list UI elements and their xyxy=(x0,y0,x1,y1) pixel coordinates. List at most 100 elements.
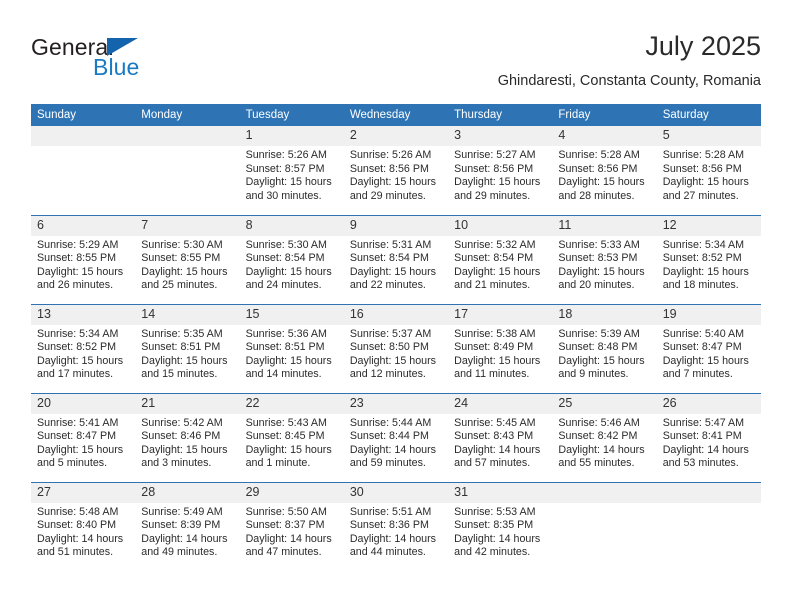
day-sun-info: Sunrise: 5:45 AM Sunset: 8:43 PM Daylight:… xyxy=(448,414,552,471)
calendar-day-cell[interactable]: 19 Sunrise: 5:40 AM Sunset: 8:47 PM Dayligh… xyxy=(656,303,761,393)
day-number: 9 xyxy=(343,215,449,236)
calendar-week-row: 27 Sunrise: 5:48 AM Sunset: 8:40 PM Dayligh… xyxy=(31,481,761,571)
sunset-time: Sunset: 8:51 PM xyxy=(141,341,221,354)
sunrise-time: Sunrise: 5:46 AM xyxy=(558,416,640,429)
day-sun-info: Sunrise: 5:41 AM Sunset: 8:47 PM Daylight:… xyxy=(31,414,135,471)
day-number: 1 xyxy=(239,126,344,146)
sunset-time: Sunset: 8:54 PM xyxy=(349,252,429,265)
daylight-duration-line2: and 20 minutes. xyxy=(558,279,635,292)
sunrise-sunset-calendar-table: Sunday Monday Tuesday Wednesday Thursday… xyxy=(31,104,761,571)
sunrise-time: Sunrise: 5:48 AM xyxy=(37,505,119,518)
daylight-duration-line2: and 51 minutes. xyxy=(37,546,114,559)
calendar-day-cell[interactable]: 23 Sunrise: 5:44 AM Sunset: 8:44 PM Dayligh… xyxy=(343,392,449,482)
day-sun-info: Sunrise: 5:28 AM Sunset: 8:56 PM Daylight:… xyxy=(657,146,761,203)
sunset-time: Sunset: 8:52 PM xyxy=(662,252,742,265)
calendar-day-cell[interactable]: 28 Sunrise: 5:49 AM Sunset: 8:39 PM Dayligh… xyxy=(135,481,240,571)
day-number: 15 xyxy=(239,304,344,325)
day-number: 6 xyxy=(31,215,136,236)
daylight-duration-line2: and 53 minutes. xyxy=(662,457,739,470)
day-number: 3 xyxy=(448,126,553,146)
day-number: 16 xyxy=(343,304,449,325)
title-block: July 2025 Ghindaresti, Constanta County,… xyxy=(498,30,761,91)
calendar-day-cell[interactable]: 24 Sunrise: 5:45 AM Sunset: 8:43 PM Dayligh… xyxy=(448,392,553,482)
day-sun-info: Sunrise: 5:49 AM Sunset: 8:39 PM Daylight:… xyxy=(135,503,239,560)
calendar-day-cell[interactable]: 3 Sunrise: 5:27 AM Sunset: 8:56 PM Daylight… xyxy=(448,126,553,215)
daylight-duration-line1: Daylight: 14 hours xyxy=(454,532,541,545)
day-sun-info: Sunrise: 5:30 AM Sunset: 8:54 PM Daylight:… xyxy=(240,236,344,293)
calendar-day-cell[interactable]: 9 Sunrise: 5:31 AM Sunset: 8:54 PM Daylight… xyxy=(343,214,449,304)
day-number xyxy=(552,482,657,503)
calendar-day-cell[interactable]: 1 Sunrise: 5:26 AM Sunset: 8:57 PM Daylight… xyxy=(239,126,344,215)
day-number: 8 xyxy=(239,215,344,236)
daylight-duration-line2: and 30 minutes. xyxy=(245,189,322,202)
calendar-day-cell[interactable]: 12 Sunrise: 5:34 AM Sunset: 8:52 PM Dayligh… xyxy=(656,214,761,304)
day-sun-info: Sunrise: 5:26 AM Sunset: 8:57 PM Daylight:… xyxy=(240,146,344,203)
sunset-time: Sunset: 8:47 PM xyxy=(662,341,742,354)
day-number xyxy=(135,126,240,146)
sunrise-time: Sunrise: 5:30 AM xyxy=(245,238,327,251)
daylight-duration-line1: Daylight: 15 hours xyxy=(37,443,124,456)
calendar-day-cell[interactable]: 20 Sunrise: 5:41 AM Sunset: 8:47 PM Dayligh… xyxy=(31,392,136,482)
day-number: 2 xyxy=(343,126,449,146)
general-blue-logo[interactable]: General Blue xyxy=(31,34,231,90)
day-sun-info: Sunrise: 5:53 AM Sunset: 8:35 PM Daylight:… xyxy=(448,503,552,560)
sunset-time: Sunset: 8:56 PM xyxy=(454,162,534,175)
daylight-duration-line1: Daylight: 15 hours xyxy=(141,354,228,367)
sunrise-time: Sunrise: 5:30 AM xyxy=(141,238,223,251)
sunrise-time: Sunrise: 5:37 AM xyxy=(349,327,432,340)
calendar-day-cell[interactable]: 16 Sunrise: 5:37 AM Sunset: 8:50 PM Dayligh… xyxy=(343,303,449,393)
calendar-body: 1 Sunrise: 5:26 AM Sunset: 8:57 PM Daylight… xyxy=(31,126,761,571)
day-sun-info: Sunrise: 5:29 AM Sunset: 8:55 PM Daylight:… xyxy=(31,236,135,293)
calendar-day-cell[interactable]: 5 Sunrise: 5:28 AM Sunset: 8:56 PM Daylight… xyxy=(656,126,761,215)
day-number: 30 xyxy=(343,482,449,503)
daylight-duration-line1: Daylight: 15 hours xyxy=(37,265,124,278)
sunrise-time: Sunrise: 5:44 AM xyxy=(349,416,432,429)
weekday-header-thursday: Thursday xyxy=(448,104,553,126)
daylight-duration-line2: and 59 minutes. xyxy=(349,457,426,470)
calendar-day-cell[interactable]: 6 Sunrise: 5:29 AM Sunset: 8:55 PM Daylight… xyxy=(31,214,136,304)
calendar-day-cell[interactable]: 25 Sunrise: 5:46 AM Sunset: 8:42 PM Dayligh… xyxy=(552,392,657,482)
day-number: 7 xyxy=(135,215,240,236)
daylight-duration-line2: and 49 minutes. xyxy=(141,546,218,559)
day-sun-info: Sunrise: 5:34 AM Sunset: 8:52 PM Daylight:… xyxy=(31,325,135,382)
day-sun-info: Sunrise: 5:36 AM Sunset: 8:51 PM Daylight:… xyxy=(240,325,344,382)
calendar-day-cell[interactable]: 4 Sunrise: 5:28 AM Sunset: 8:56 PM Daylight… xyxy=(552,126,657,215)
sunrise-time: Sunrise: 5:50 AM xyxy=(245,505,327,518)
sunrise-time: Sunrise: 5:34 AM xyxy=(37,327,119,340)
daylight-duration-line2: and 3 minutes. xyxy=(141,457,212,470)
calendar-day-cell[interactable]: 18 Sunrise: 5:39 AM Sunset: 8:48 PM Dayligh… xyxy=(552,303,657,393)
calendar-day-cell[interactable]: 30 Sunrise: 5:51 AM Sunset: 8:36 PM Dayligh… xyxy=(343,481,449,571)
daylight-duration-line1: Daylight: 14 hours xyxy=(141,532,228,545)
calendar-day-cell[interactable]: 22 Sunrise: 5:43 AM Sunset: 8:45 PM Dayligh… xyxy=(239,392,344,482)
calendar-day-cell[interactable]: 21 Sunrise: 5:42 AM Sunset: 8:46 PM Dayligh… xyxy=(135,392,240,482)
calendar-day-cell[interactable]: 2 Sunrise: 5:26 AM Sunset: 8:56 PM Daylight… xyxy=(343,126,449,215)
page-title: July 2025 xyxy=(645,31,761,61)
sunrise-time: Sunrise: 5:31 AM xyxy=(349,238,432,251)
day-sun-info: Sunrise: 5:39 AM Sunset: 8:48 PM Daylight:… xyxy=(552,325,656,382)
daylight-duration-line2: and 29 minutes. xyxy=(454,189,531,202)
calendar-day-cell[interactable]: 7 Sunrise: 5:30 AM Sunset: 8:55 PM Daylight… xyxy=(135,214,240,304)
day-sun-info: Sunrise: 5:50 AM Sunset: 8:37 PM Daylight:… xyxy=(240,503,344,560)
calendar-day-cell[interactable]: 11 Sunrise: 5:33 AM Sunset: 8:53 PM Dayligh… xyxy=(552,214,657,304)
calendar-day-cell[interactable]: 15 Sunrise: 5:36 AM Sunset: 8:51 PM Dayligh… xyxy=(239,303,344,393)
calendar-day-cell[interactable]: 17 Sunrise: 5:38 AM Sunset: 8:49 PM Dayligh… xyxy=(448,303,553,393)
calendar-day-cell[interactable]: 14 Sunrise: 5:35 AM Sunset: 8:51 PM Dayligh… xyxy=(135,303,240,393)
sunset-time: Sunset: 8:48 PM xyxy=(558,341,638,354)
daylight-duration-line2: and 7 minutes. xyxy=(662,368,733,381)
calendar-day-cell[interactable]: 8 Sunrise: 5:30 AM Sunset: 8:54 PM Daylight… xyxy=(239,214,344,304)
daylight-duration-line1: Daylight: 15 hours xyxy=(245,265,332,278)
daylight-duration-line1: Daylight: 15 hours xyxy=(245,354,332,367)
sunset-time: Sunset: 8:56 PM xyxy=(662,162,742,175)
day-sun-info: Sunrise: 5:32 AM Sunset: 8:54 PM Daylight:… xyxy=(448,236,552,293)
sunset-time: Sunset: 8:35 PM xyxy=(454,519,534,532)
calendar-day-cell[interactable]: 27 Sunrise: 5:48 AM Sunset: 8:40 PM Dayligh… xyxy=(31,481,136,571)
calendar-day-cell[interactable]: 29 Sunrise: 5:50 AM Sunset: 8:37 PM Dayligh… xyxy=(239,481,344,571)
daylight-duration-line2: and 12 minutes. xyxy=(349,368,426,381)
daylight-duration-line1: Daylight: 15 hours xyxy=(662,265,749,278)
calendar-day-cell[interactable]: 10 Sunrise: 5:32 AM Sunset: 8:54 PM Dayligh… xyxy=(448,214,553,304)
calendar-day-cell[interactable]: 31 Sunrise: 5:53 AM Sunset: 8:35 PM Dayligh… xyxy=(448,481,553,571)
daylight-duration-line2: and 44 minutes. xyxy=(349,546,426,559)
calendar-day-cell[interactable]: 26 Sunrise: 5:47 AM Sunset: 8:41 PM Dayligh… xyxy=(656,392,761,482)
day-number xyxy=(656,482,761,503)
calendar-day-cell[interactable]: 13 Sunrise: 5:34 AM Sunset: 8:52 PM Dayligh… xyxy=(31,303,136,393)
